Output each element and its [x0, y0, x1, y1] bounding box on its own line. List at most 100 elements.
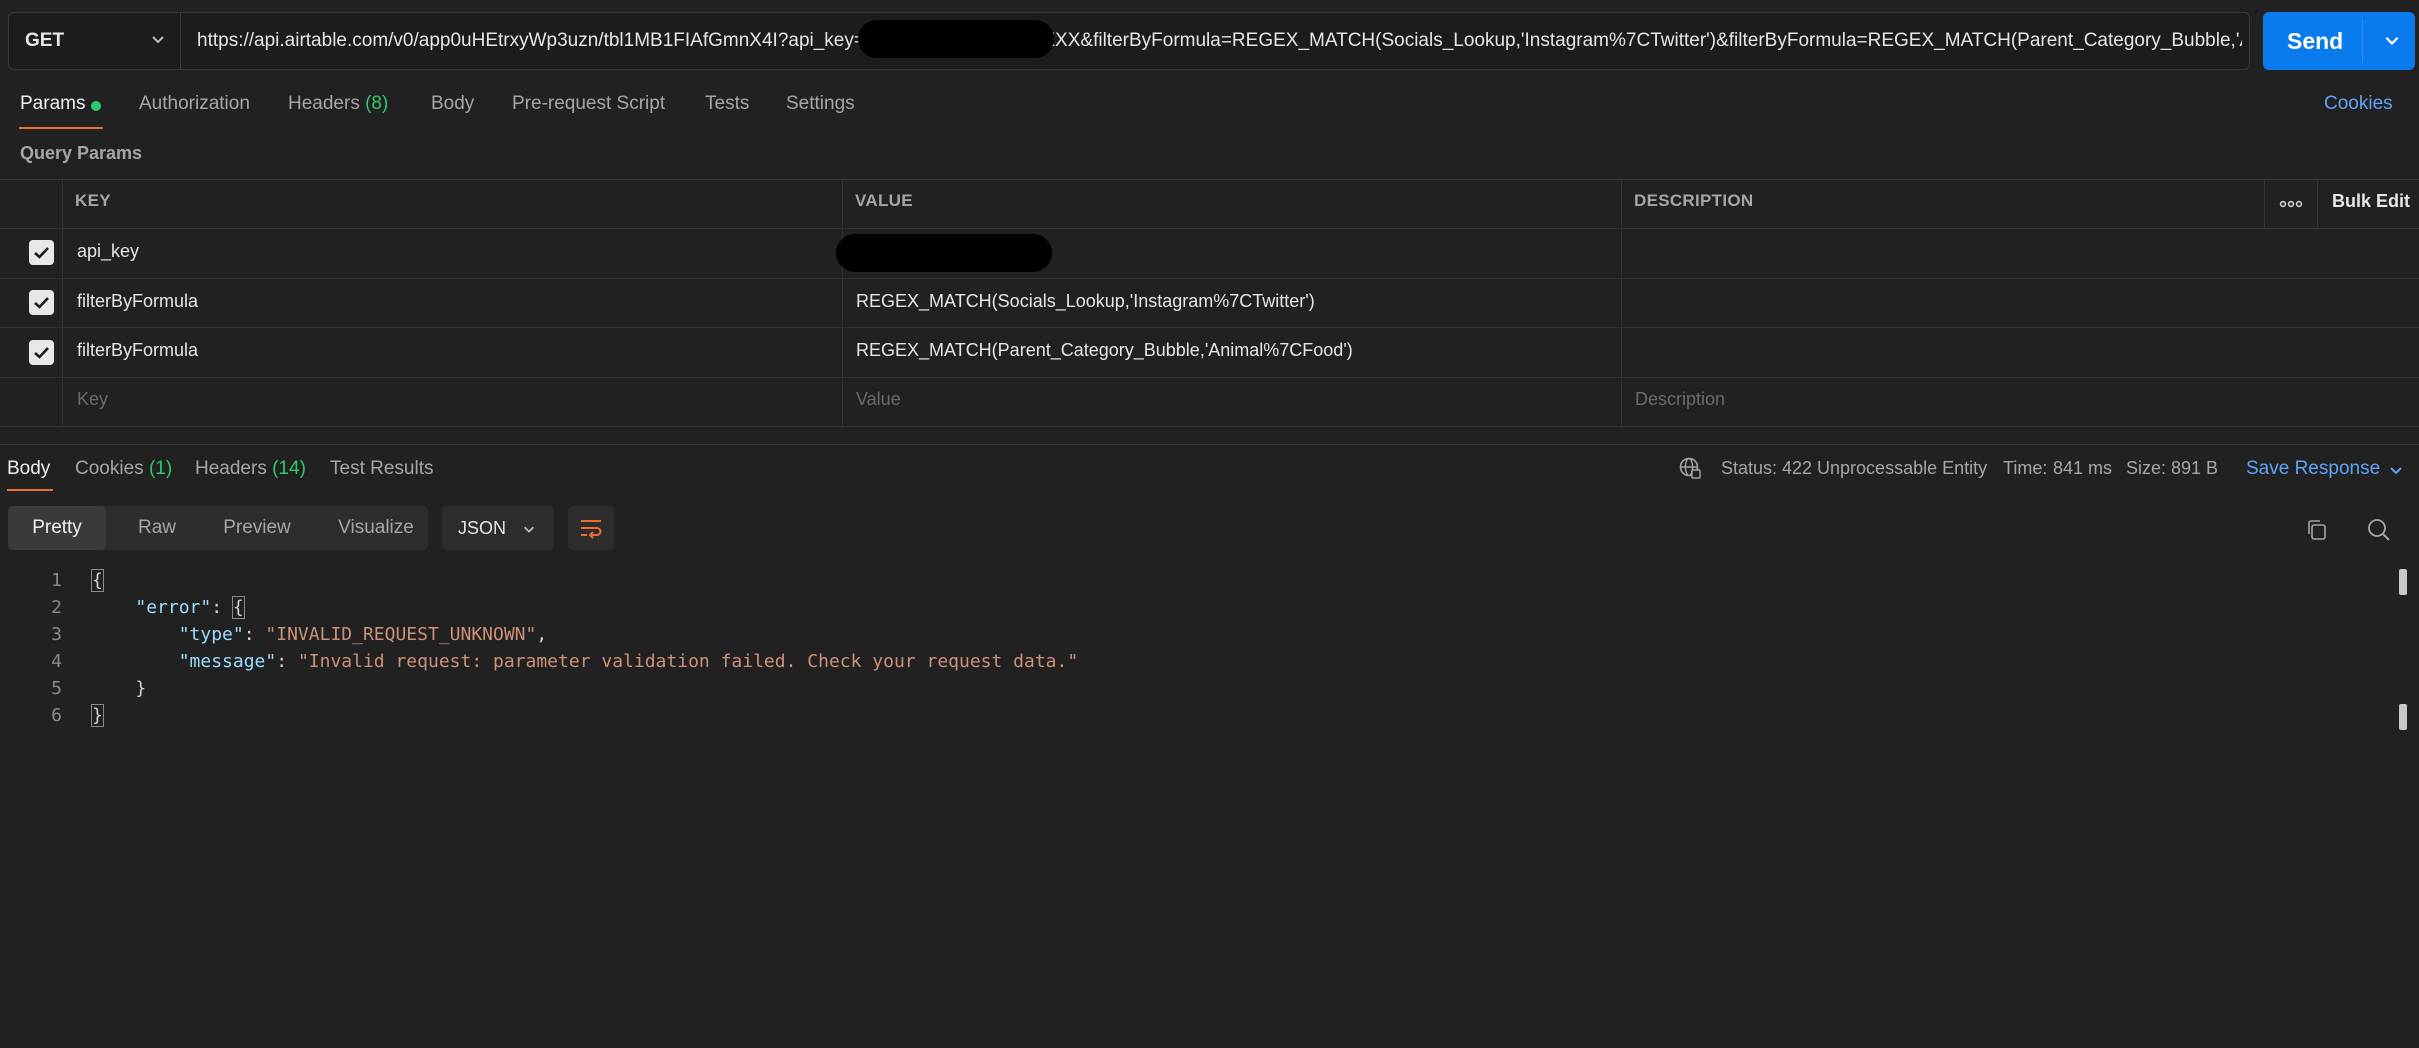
view-mode-segmented-control: Pretty Raw Preview Visualize — [8, 506, 428, 550]
table-border — [0, 327, 2419, 328]
param-checkbox[interactable] — [29, 340, 54, 365]
tab-tests[interactable]: Tests — [705, 93, 749, 115]
query-params-title: Query Params — [20, 143, 143, 163]
more-options-icon[interactable] — [2279, 194, 2303, 214]
wrap-lines-icon — [581, 520, 602, 539]
view-pretty-button[interactable]: Pretty — [8, 506, 106, 550]
url-bar: GET https://api.airtable.com/v0/app0uHEt… — [8, 12, 2250, 70]
line-number: 4 — [51, 651, 62, 672]
chevron-down-icon[interactable] — [2383, 31, 2401, 49]
param-value[interactable]: REGEX_MATCH(Socials_Lookup,'Instagram%7C… — [856, 291, 1315, 312]
line-number: 2 — [51, 597, 62, 618]
scrollbar-marker[interactable] — [2399, 704, 2407, 730]
param-key[interactable]: api_key — [77, 241, 139, 262]
cookies-count: (1) — [148, 458, 173, 479]
column-header-value: VALUE — [855, 191, 913, 210]
method-select[interactable]: GET — [9, 13, 181, 69]
code-line: } — [91, 704, 104, 727]
param-checkbox[interactable] — [29, 240, 54, 265]
pane-divider[interactable] — [0, 444, 2419, 445]
param-checkbox[interactable] — [29, 290, 54, 315]
response-tab-headers[interactable]: Headers (14) — [195, 458, 306, 480]
json-key: "error" — [135, 597, 212, 618]
param-value[interactable]: REGEX_MATCH(Parent_Category_Bubble,'Anim… — [856, 340, 1353, 361]
new-description-input[interactable]: Description — [1635, 389, 1725, 410]
json-brace: { — [231, 596, 245, 619]
tab-settings[interactable]: Settings — [786, 93, 855, 115]
save-response-button[interactable]: Save Response — [2246, 458, 2380, 480]
time-value[interactable]: 841 ms — [2053, 458, 2112, 479]
redaction-mark — [858, 20, 1054, 58]
json-string: "Invalid request: parameter validation f… — [297, 651, 1079, 672]
code-line: "type": "INVALID_REQUEST_UNKNOWN", — [178, 624, 548, 645]
new-key-input[interactable]: Key — [77, 389, 108, 410]
table-border — [0, 228, 2419, 229]
format-label: JSON — [458, 518, 507, 538]
code-line: { — [91, 569, 104, 592]
chevron-down-icon[interactable] — [2388, 462, 2404, 478]
checkmark-icon — [34, 247, 49, 259]
line-number: 6 — [51, 705, 62, 726]
json-brace: { — [91, 569, 104, 592]
tab-prerequest-script[interactable]: Pre-request Script — [512, 93, 665, 115]
response-tab-cookies[interactable]: Cookies (1) — [75, 458, 172, 480]
json-brace: } — [91, 704, 104, 727]
params-status-dot — [91, 101, 101, 111]
time-label: Time: — [2003, 458, 2048, 478]
checkmark-icon — [34, 297, 49, 309]
redaction-mark — [836, 234, 1052, 272]
code-line: } — [92, 678, 146, 699]
tab-authorization[interactable]: Authorization — [139, 93, 250, 115]
send-label: Send — [2287, 27, 2344, 54]
code-line: "message": "Invalid request: parameter v… — [178, 651, 1079, 672]
send-button[interactable]: Send — [2263, 12, 2415, 70]
wrap-lines-button[interactable] — [568, 506, 614, 550]
scrollbar-marker[interactable] — [2399, 569, 2407, 595]
json-brace: } — [135, 678, 147, 699]
checkmark-icon — [34, 347, 49, 359]
line-number: 1 — [51, 570, 62, 591]
response-body-viewer[interactable]: 1 2 3 4 5 6 { "error": { "type": "INVALI… — [0, 569, 2419, 730]
tab-headers-label: Headers — [288, 93, 360, 114]
search-icon[interactable] — [2366, 517, 2392, 543]
size-label: Size: — [2126, 458, 2167, 478]
table-border — [1621, 179, 1622, 426]
tab-params[interactable]: Params — [20, 93, 85, 115]
url-input[interactable]: https://api.airtable.com/v0/app0uHEtrxyW… — [197, 13, 2242, 69]
json-key: "message" — [178, 651, 277, 672]
response-tab-cookies-label: Cookies — [75, 458, 144, 479]
status-value[interactable]: 422 Unprocessable Entity — [1782, 458, 1987, 479]
cookies-link[interactable]: Cookies — [2324, 93, 2393, 115]
globe-icon[interactable] — [1678, 456, 1702, 480]
table-border — [2264, 179, 2265, 228]
bulk-edit-button[interactable]: Bulk Edit — [2332, 191, 2410, 212]
new-value-input[interactable]: Value — [856, 389, 901, 410]
response-headers-count: (14) — [272, 458, 306, 479]
tab-body[interactable]: Body — [431, 93, 474, 115]
view-visualize-button[interactable]: Visualize — [324, 506, 428, 550]
response-tab-test-results[interactable]: Test Results — [330, 458, 433, 480]
line-number: 5 — [51, 678, 62, 699]
line-number: 3 — [51, 624, 62, 645]
tab-headers[interactable]: Headers (8) — [288, 93, 388, 115]
active-tab-indicator — [19, 127, 103, 129]
send-divider — [2362, 20, 2363, 62]
view-preview-button[interactable]: Preview — [206, 506, 308, 550]
param-key[interactable]: filterByFormula — [77, 291, 198, 312]
table-border — [0, 377, 2419, 378]
active-tab-indicator — [7, 489, 53, 491]
view-raw-button[interactable]: Raw — [120, 506, 194, 550]
chevron-down-icon — [524, 526, 534, 533]
column-header-description: DESCRIPTION — [1634, 191, 1754, 210]
size-value[interactable]: 891 B — [2171, 458, 2218, 479]
status-label: Status: — [1721, 458, 1778, 478]
table-border — [842, 179, 843, 426]
format-select[interactable]: JSON — [442, 506, 554, 550]
param-key[interactable]: filterByFormula — [77, 340, 198, 361]
table-border — [2317, 179, 2318, 228]
copy-icon[interactable] — [2305, 518, 2329, 542]
table-border — [0, 426, 2419, 427]
response-tab-body[interactable]: Body — [7, 458, 50, 480]
json-key: "type" — [178, 624, 244, 645]
response-tab-headers-label: Headers — [195, 458, 267, 479]
